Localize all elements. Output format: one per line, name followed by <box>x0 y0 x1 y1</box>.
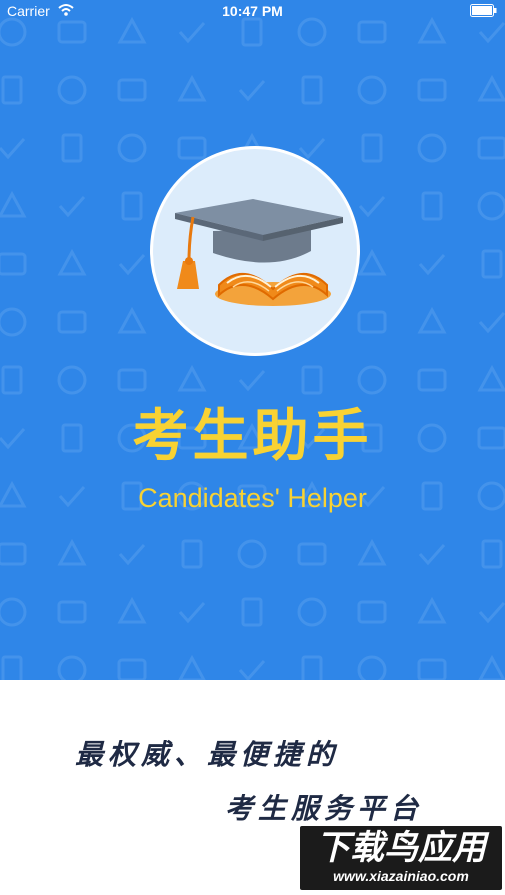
background-pattern-icon <box>178 602 206 624</box>
background-pattern-icon <box>477 364 505 392</box>
background-pattern-icon <box>357 75 387 105</box>
clock: 10:47 PM <box>222 3 283 19</box>
background-pattern-icon <box>117 306 147 334</box>
app-title-chinese: 考生助手 <box>132 404 373 469</box>
background-pattern-icon <box>418 544 446 566</box>
background-pattern-icon <box>0 190 27 218</box>
background-pattern-icon <box>357 310 387 334</box>
background-pattern-icon <box>237 539 267 569</box>
background-pattern-icon <box>417 133 447 163</box>
watermark-url: www.xiazainiao.com <box>333 868 469 884</box>
background-pattern-icon <box>417 368 447 392</box>
background-pattern-icon <box>357 248 387 276</box>
background-pattern-icon <box>117 78 147 102</box>
graduation-cap-book-icon <box>175 199 343 306</box>
background-pattern-icon <box>118 544 146 566</box>
background-pattern-icon <box>238 660 266 680</box>
watermark-text: 下载鸟应用 <box>316 828 486 868</box>
status-bar: Carrier 10:47 PM <box>0 0 505 22</box>
background-pattern-icon <box>178 654 206 680</box>
tagline-line-1: 最权威、最便捷的 <box>75 738 340 771</box>
background-pattern-icon <box>177 364 207 392</box>
background-pattern-icon <box>57 600 87 624</box>
background-pattern-icon <box>417 306 447 334</box>
background-pattern-icon <box>117 16 147 44</box>
watermark-badge: 下载鸟应用 www.xiazainiao.com <box>300 826 502 890</box>
background-pattern-icon <box>421 191 443 221</box>
background-pattern-icon <box>0 252 27 276</box>
background-pattern-icon <box>0 17 27 47</box>
background-pattern-icon <box>57 248 87 276</box>
background-pattern-icon <box>177 74 207 102</box>
background-pattern-icon <box>357 365 387 395</box>
background-pattern-icon <box>117 596 147 624</box>
background-pattern-icon <box>481 539 503 569</box>
background-pattern-icon <box>57 538 87 566</box>
background-pattern-icon <box>121 191 143 221</box>
splash-background: Carrier 10:47 PM 考生助手 Candidates' Helper <box>0 0 505 680</box>
background-pattern-icon <box>61 133 83 163</box>
background-pattern-icon <box>301 365 323 395</box>
background-pattern-icon <box>117 133 147 163</box>
background-pattern-icon <box>361 133 383 163</box>
app-logo <box>150 146 360 356</box>
background-pattern-icon <box>238 370 266 392</box>
background-pattern-icon <box>357 600 387 624</box>
background-pattern-icon <box>477 191 505 221</box>
background-pattern-icon <box>297 17 327 47</box>
background-pattern-icon <box>0 307 27 337</box>
background-pattern-icon <box>57 310 87 334</box>
background-pattern-icon <box>117 658 147 680</box>
background-pattern-icon <box>478 312 505 334</box>
background-pattern-icon <box>181 539 203 569</box>
app-title-english: Candidates' Helper <box>138 483 367 513</box>
background-pattern-icon <box>297 542 327 566</box>
background-pattern-icon <box>57 655 87 680</box>
background-pattern-icon <box>241 597 263 627</box>
background-pattern-icon <box>477 136 505 160</box>
battery-icon <box>470 4 497 17</box>
background-pattern-icon <box>478 22 505 44</box>
background-pattern-icon <box>478 654 505 680</box>
background-pattern-icon <box>297 597 327 627</box>
background-pattern-icon <box>1 365 23 395</box>
background-pattern-icon <box>57 365 87 395</box>
background-pattern-icon <box>57 75 87 105</box>
background-pattern-icon <box>478 602 505 624</box>
background-pattern-icon <box>241 17 263 47</box>
background-pattern-icon <box>357 20 387 44</box>
background-pattern-icon <box>358 196 386 218</box>
background-pattern-icon <box>1 655 23 680</box>
background-pattern-icon <box>0 138 26 160</box>
background-pattern-icon <box>301 655 323 680</box>
background-pattern-icon <box>301 75 323 105</box>
background-pattern-icon <box>418 254 446 276</box>
background-pattern-icon <box>0 597 27 627</box>
background-pattern-icon <box>477 74 505 102</box>
tagline-line-2: 考生服务平台 <box>225 792 424 825</box>
background-pattern-icon <box>417 658 447 680</box>
background-pattern-icon <box>118 254 146 276</box>
background-pattern-icon <box>58 196 86 218</box>
background-pattern-icon <box>417 78 447 102</box>
background-pattern-icon <box>357 538 387 566</box>
background-pattern-icon <box>178 22 206 44</box>
background-pattern-icon <box>417 16 447 44</box>
background-pattern-icon <box>117 368 147 392</box>
background-pattern-icon <box>481 249 503 279</box>
background-pattern-icon <box>1 75 23 105</box>
background-pattern-icon <box>0 542 27 566</box>
background-pattern-icon <box>417 596 447 624</box>
background-pattern-icon <box>57 20 87 44</box>
background-pattern-icon <box>238 80 266 102</box>
background-pattern-icon <box>357 655 387 680</box>
